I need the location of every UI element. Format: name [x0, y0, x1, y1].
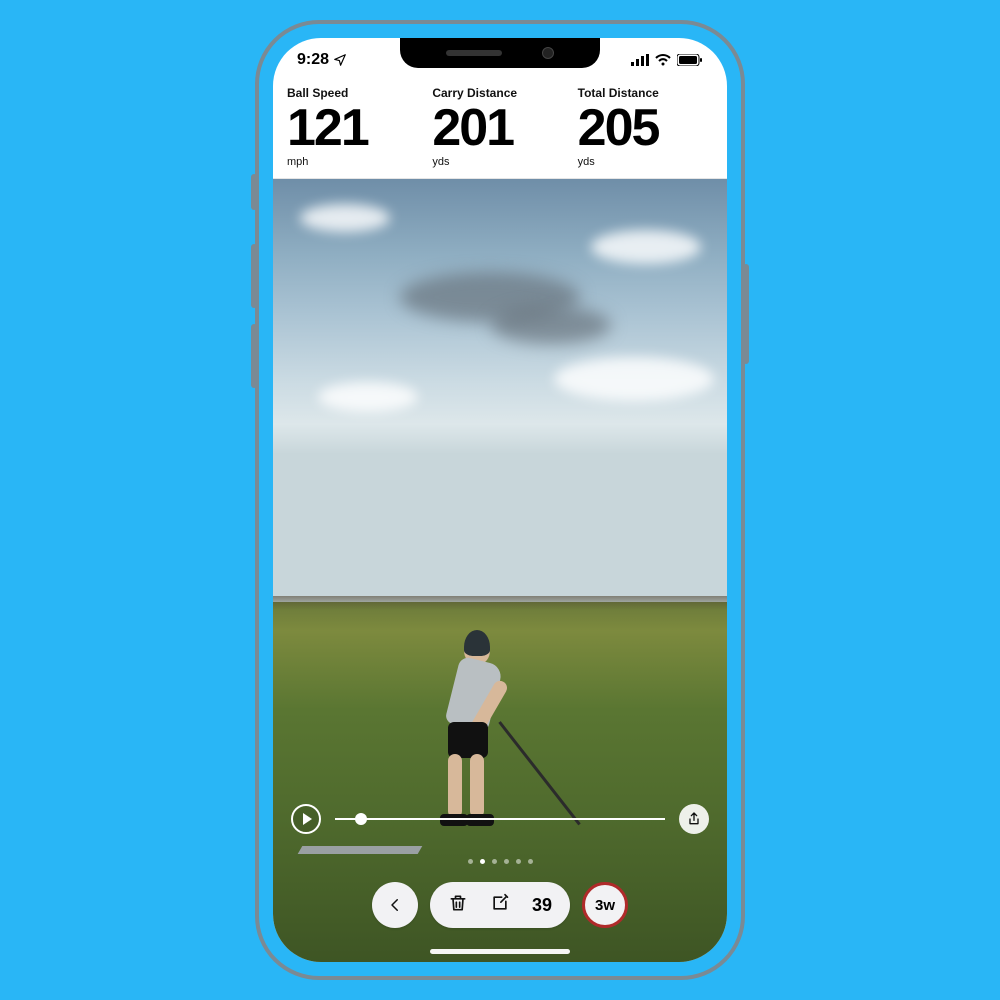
phone-side-button [251, 244, 257, 308]
cellular-icon [631, 54, 649, 66]
metric-carry-distance: Carry Distance 201 yds [432, 86, 567, 168]
shot-number[interactable]: 39 [532, 895, 552, 916]
delete-button[interactable] [448, 893, 468, 918]
battery-icon [677, 54, 703, 66]
action-group: 39 [430, 882, 570, 928]
metric-label: Ball Speed [287, 86, 422, 100]
scrubber-track[interactable] [335, 818, 665, 820]
share-button[interactable] [679, 804, 709, 834]
page-dot[interactable] [492, 859, 497, 864]
metric-value: 201 [432, 102, 567, 154]
page-indicator[interactable] [273, 859, 727, 864]
play-icon [303, 813, 312, 825]
phone-side-button [251, 324, 257, 388]
screen: 9:28 Ball Speed 121 mph [273, 38, 727, 962]
metric-value: 121 [287, 102, 422, 154]
back-button[interactable] [372, 882, 418, 928]
notch [400, 38, 600, 68]
metric-unit: yds [432, 156, 567, 168]
page-dot[interactable] [504, 859, 509, 864]
trash-icon [448, 893, 468, 913]
metric-label: Carry Distance [432, 86, 567, 100]
edit-icon [490, 893, 510, 913]
home-indicator[interactable] [430, 949, 570, 954]
metric-ball-speed: Ball Speed 121 mph [287, 86, 422, 168]
scrubber-thumb[interactable] [355, 813, 367, 825]
phone-side-button [743, 264, 749, 364]
video-sky [273, 179, 727, 602]
phone-frame: 9:28 Ball Speed 121 mph [255, 20, 745, 980]
wifi-icon [655, 54, 671, 66]
share-icon [686, 811, 702, 827]
metric-total-distance: Total Distance 205 yds [578, 86, 713, 168]
metrics-header: Ball Speed 121 mph Carry Distance 201 yd… [273, 82, 727, 179]
edit-button[interactable] [490, 893, 510, 918]
phone-side-button [251, 174, 257, 210]
front-camera [542, 47, 554, 59]
page-dot-active[interactable] [480, 859, 485, 864]
chevron-left-icon [386, 896, 404, 914]
hitting-mat [298, 846, 423, 854]
bottom-toolbar: 39 3w [273, 882, 727, 928]
playback-controls [273, 804, 727, 834]
metric-value: 205 [578, 102, 713, 154]
page-dot[interactable] [528, 859, 533, 864]
metric-unit: mph [287, 156, 422, 168]
page-dot[interactable] [468, 859, 473, 864]
page-dot[interactable] [516, 859, 521, 864]
swing-video[interactable]: 39 3w [273, 179, 727, 962]
location-icon [333, 53, 347, 67]
play-button[interactable] [291, 804, 321, 834]
status-time: 9:28 [297, 51, 329, 69]
metric-unit: yds [578, 156, 713, 168]
club-selector[interactable]: 3w [582, 882, 628, 928]
metric-label: Total Distance [578, 86, 713, 100]
speaker-grille [446, 50, 502, 56]
club-label: 3w [595, 897, 615, 914]
